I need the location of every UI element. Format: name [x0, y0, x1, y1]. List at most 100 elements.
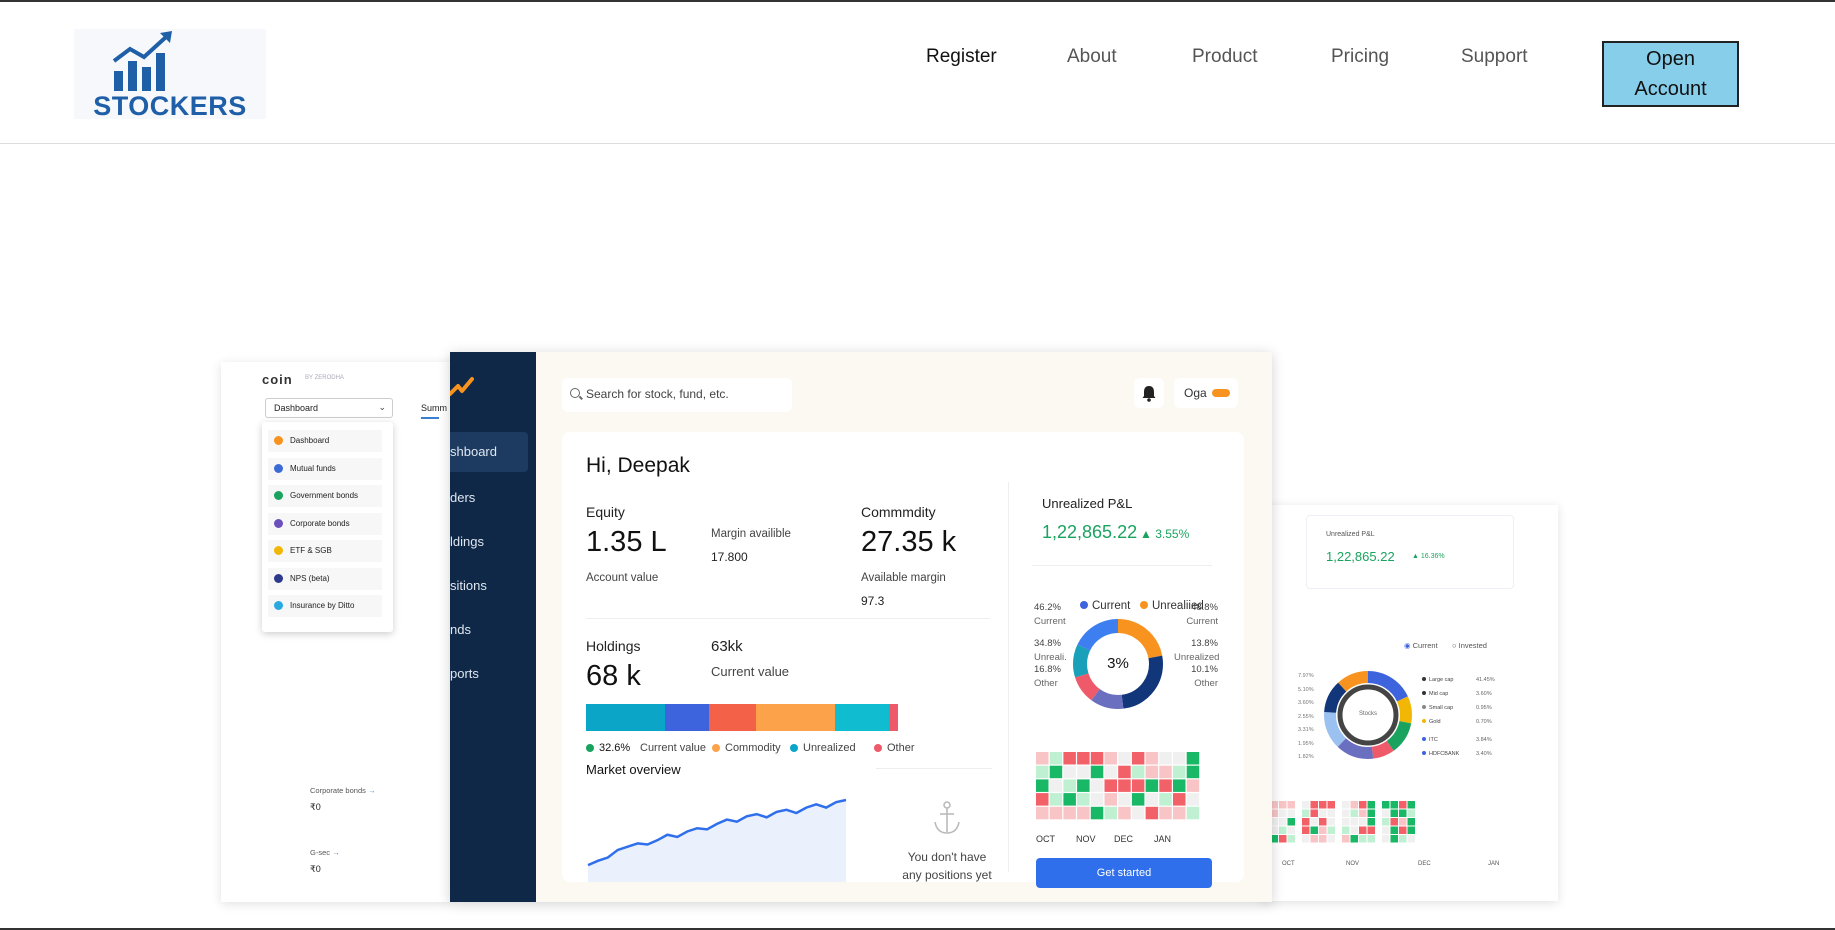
no-positions-line-1: You don't have: [907, 850, 987, 864]
heatmap-cell: [1077, 765, 1090, 779]
heatmap-cell: [1173, 765, 1186, 779]
heatmap-cell: [1049, 765, 1063, 779]
coin-menu-item[interactable]: Mutual funds: [268, 457, 382, 480]
rs-heatmap-cell: [1342, 826, 1350, 834]
heatmap-cell: [1104, 752, 1117, 765]
dashboard-screen: shboard ders ldings sitions nds ports Search …: [450, 352, 1272, 902]
coin-tab-underline: [421, 417, 439, 419]
user-menu[interactable]: Oga: [1174, 378, 1238, 408]
rs-breakdown-row: Gold 0.70%: [1422, 719, 1492, 725]
heatmap-cell: [1131, 752, 1145, 765]
legend-dot: [790, 744, 798, 752]
legend-dot: [1080, 601, 1088, 609]
equity-value: 1.35 L: [586, 526, 667, 558]
coin-logo-sub: BY ZERODHA: [305, 375, 344, 381]
coin-dropdown-menu: Dashboard Mutual funds Government bonds Cor…: [262, 422, 393, 632]
coin-tab-summary[interactable]: Summ: [421, 403, 447, 413]
rs-heatmap-cell: [1350, 835, 1358, 843]
donut-label-name: Unrealized: [1174, 652, 1220, 663]
rs-heatmap-cell: [1302, 835, 1310, 843]
rs-left-number: 3.31%: [1298, 727, 1314, 733]
rs-row-name: Gold: [1429, 719, 1441, 725]
open-account-button[interactable]: Open Account: [1602, 41, 1739, 107]
heatmap-cell: [1131, 793, 1145, 806]
notification-button[interactable]: [1134, 378, 1164, 408]
rs-left-number: 1.95%: [1298, 740, 1314, 747]
rs-heatmap-cell: [1399, 818, 1407, 826]
nav-about[interactable]: About: [1067, 46, 1117, 68]
sidebar-item[interactable]: shboard: [450, 444, 497, 459]
coin-menu-item[interactable]: NPS (beta): [268, 567, 382, 590]
rs-heatmap-month: NOV: [1346, 861, 1360, 867]
heatmap-cell: [1145, 765, 1159, 779]
coin-screen: coin BY ZERODHA Dashboard ⌄ Summ Dashboa…: [221, 362, 451, 902]
rs-heatmap-cell: [1319, 818, 1327, 826]
rs-heatmap-cell: [1359, 826, 1367, 834]
coin-menu-item[interactable]: Insurance by Ditto: [268, 595, 382, 617]
nav-product[interactable]: Product: [1192, 46, 1257, 68]
margin-value: 17.800: [711, 550, 748, 564]
rs-heatmap-cell: [1327, 801, 1335, 809]
rs-legend-label: Invested: [1458, 641, 1487, 650]
rs-heatmap-cell: [1327, 809, 1335, 817]
sidebar-item[interactable]: nds: [450, 622, 471, 637]
commodity-value: 27.35 k: [861, 526, 957, 558]
greeting: Hi, Deepak: [586, 454, 690, 477]
rs-heatmap-month: JAN: [1488, 861, 1500, 867]
logo-text: STOCKERS: [93, 91, 247, 121]
arrow-right-icon: →: [367, 786, 376, 795]
rs-pnl-value: 1,22,865.22: [1326, 549, 1395, 564]
coin-menu-item[interactable]: Corporate bonds: [268, 512, 382, 535]
equity-label: Equity: [586, 504, 625, 520]
rs-breakdown-row: Large cap 41.45%: [1422, 677, 1495, 683]
nav-pricing[interactable]: Pricing: [1331, 46, 1389, 68]
coin-menu-item[interactable]: ETF & SGB: [268, 540, 382, 562]
rs-legend-current: ◉ Current: [1404, 641, 1438, 650]
stockers-logo[interactable]: STOCKERS: [74, 29, 266, 121]
rs-heatmap-cell: [1342, 835, 1350, 843]
rs-heatmap-cell: [1327, 826, 1335, 834]
kite-logo-icon: [450, 377, 474, 396]
rs-heatmap-cell: [1367, 835, 1375, 843]
heatmap-cell: [1036, 765, 1049, 779]
heatmap-cell: [1090, 806, 1104, 820]
get-started-button[interactable]: Get started: [1036, 858, 1212, 888]
menu-item-icon: [274, 491, 283, 500]
legend-item: 32.6%: [586, 742, 630, 754]
nav-support[interactable]: Support: [1461, 46, 1528, 68]
heatmap-cell: [1090, 793, 1104, 806]
heatmap-cell: [1118, 806, 1131, 820]
rs-heatmap-cell: [1350, 818, 1358, 826]
rs-legend-invested: ○ Invested: [1452, 641, 1487, 650]
coin-menu-item[interactable]: Dashboard: [268, 430, 382, 452]
heatmap-month: DEC: [1114, 834, 1134, 844]
rs-heatmap-cell: [1359, 809, 1367, 817]
rs-heatmap-cell: [1287, 809, 1295, 817]
coin-footer-label: Corporate bonds: [310, 786, 366, 795]
heatmap-cell: [1063, 793, 1076, 806]
rs-heatmap-month: OCT: [1282, 861, 1295, 867]
legend-label: Current value: [640, 742, 707, 754]
coin-menu-item-label: Government bonds: [290, 491, 359, 500]
rs-heatmap-cell: [1382, 818, 1390, 826]
dashboard-main: Search for stock, fund, etc. Oga Hi, Dee…: [536, 352, 1272, 902]
sidebar-item[interactable]: ports: [450, 666, 479, 681]
search-input[interactable]: Search for stock, fund, etc.: [562, 378, 792, 412]
sidebar-item[interactable]: ders: [450, 490, 475, 505]
coin-dropdown[interactable]: Dashboard ⌄: [265, 398, 393, 418]
rs-heatmap-cell: [1359, 818, 1367, 826]
legend-label: Other: [887, 742, 915, 754]
heatmap-cell: [1159, 752, 1172, 765]
nav-register[interactable]: Register: [926, 46, 997, 68]
heatmap-cell: [1186, 752, 1200, 765]
rs-heatmap-cell: [1310, 826, 1318, 834]
rs-left-number: 1.82%: [1298, 754, 1314, 760]
sidebar-item[interactable]: ldings: [450, 534, 484, 549]
coin-menu-item-label: Dashboard: [290, 436, 330, 445]
market-overview-label: Market overview: [586, 762, 681, 777]
rs-row-name: Small cap: [1429, 705, 1454, 711]
heatmap-cell: [1131, 806, 1145, 820]
coin-menu-item[interactable]: Government bonds: [268, 485, 382, 507]
rs-breakdown-row: Mid cap 3.60%: [1422, 691, 1492, 697]
sidebar-item[interactable]: sitions: [450, 578, 487, 593]
